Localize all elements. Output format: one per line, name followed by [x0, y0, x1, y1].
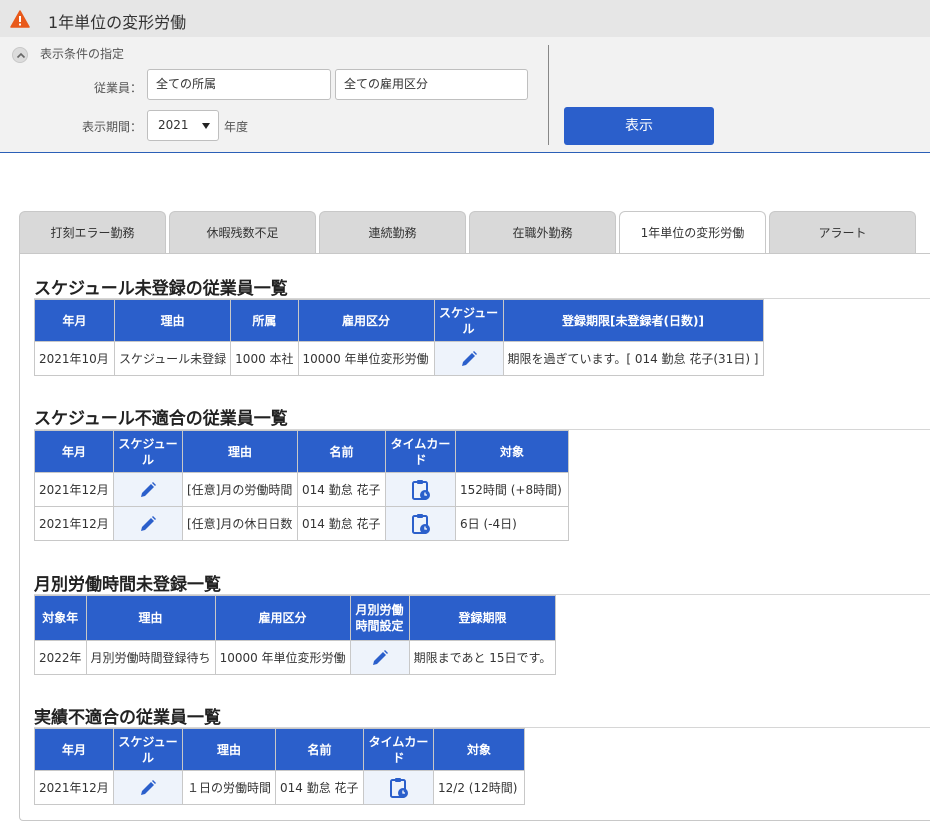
- pencil-icon: [141, 779, 156, 795]
- tab-leave-shortage[interactable]: 休暇残数不足: [169, 211, 316, 253]
- pencil-icon: [141, 515, 156, 531]
- caret-down-icon: [202, 123, 210, 129]
- timecard-button[interactable]: [385, 506, 456, 541]
- cell-target: 6日 (-4日): [455, 506, 569, 541]
- condition-title: 表示条件の指定: [40, 47, 125, 61]
- divider: [548, 45, 549, 145]
- cell-month: 2021年12月: [34, 506, 114, 541]
- col-header: 対象: [455, 430, 569, 473]
- table-monthly-hours: 対象年 理由 雇用区分 月別労働 時間設定 登録期限 2022年 月別労働時間登…: [34, 595, 557, 675]
- col-header: 雇用区分: [297, 299, 435, 342]
- col-header: 登録期限: [408, 595, 557, 641]
- cell-reason: １日の労働時間: [181, 770, 277, 805]
- pencil-icon: [141, 481, 156, 497]
- col-header: 名前: [275, 728, 365, 771]
- cell-month: 2021年10月: [34, 341, 115, 376]
- table-schedule-unregistered: 年月 理由 所属 雇用区分 スケジュール 登録期限[未登録者(日数)] 2021…: [34, 299, 764, 376]
- employee-label: 従業員：: [93, 81, 142, 95]
- tab-alert[interactable]: アラート: [769, 211, 916, 253]
- cell-year: 2022年: [34, 640, 87, 675]
- timecard-icon: [411, 513, 430, 534]
- cell-reason: 月別労働時間登録待ち: [85, 640, 216, 675]
- section-title-schedule-unregistered: スケジュール未登録の従業員一覧: [34, 279, 288, 299]
- table-actual-mismatch: 年月 スケジュール 理由 名前 タイムカード 対象 2021年12月 １日の労働…: [34, 728, 526, 805]
- chevron-up-icon[interactable]: [12, 47, 28, 63]
- col-header: 理由: [181, 728, 277, 771]
- year-select[interactable]: 2021: [147, 110, 219, 141]
- section-title-monthly-hours: 月別労働時間未登録一覧: [34, 575, 221, 595]
- col-header: 年月: [34, 728, 114, 771]
- pencil-icon: [372, 649, 388, 665]
- title-bar: 1年単位の変形労働: [0, 0, 930, 37]
- col-header-line: 月別労働: [355, 603, 404, 617]
- department-field[interactable]: 全ての所属: [147, 69, 331, 100]
- col-header: 理由: [85, 595, 216, 641]
- col-header: 登録期限[未登録者(日数)]: [502, 299, 764, 342]
- section-title-schedule-mismatch: スケジュール不適合の従業員一覧: [34, 409, 288, 429]
- col-header: タイムカード: [385, 430, 456, 473]
- col-header: 年月: [34, 299, 115, 342]
- section-title-actual-mismatch: 実績不適合の従業員一覧: [34, 708, 221, 728]
- col-header: 名前: [297, 430, 386, 473]
- col-header-line: 時間設定: [355, 619, 404, 633]
- table-schedule-mismatch: 年月 スケジュール 理由 名前 タイムカード 対象 2021年12月 [任意]月…: [34, 430, 569, 541]
- timecard-button[interactable]: [363, 770, 435, 805]
- tab-punch-error[interactable]: 打刻エラー勤務: [19, 211, 166, 253]
- cell-deadline: 期限まであと 15日です。: [408, 640, 557, 675]
- cell-name: 014 勤怠 花子: [297, 472, 386, 507]
- cell-type: 10000 年単位変形労働: [297, 341, 435, 376]
- col-header: スケジュール: [113, 430, 183, 473]
- timecard-button[interactable]: [385, 472, 456, 507]
- col-header: 所属: [230, 299, 299, 342]
- cell-month: 2021年12月: [34, 770, 114, 805]
- col-header: 年月: [34, 430, 114, 473]
- table-row: 2021年12月 １日の労働時間 014 勤怠 花子 12/2 (12時間): [34, 770, 526, 805]
- timecard-icon: [389, 777, 408, 798]
- tab-out-of-employment[interactable]: 在職外勤務: [469, 211, 616, 253]
- table-row: 2021年10月 スケジュール未登録 1000 本社 10000 年単位変形労働…: [34, 341, 764, 376]
- show-button[interactable]: 表示: [564, 107, 714, 145]
- col-header: 雇用区分: [214, 595, 351, 641]
- col-header: スケジュール: [113, 728, 183, 771]
- timecard-icon: [411, 479, 430, 500]
- cell-name: 014 勤怠 花子: [297, 506, 386, 541]
- cell-month: 2021年12月: [34, 472, 114, 507]
- table-row: 2022年 月別労働時間登録待ち 10000 年単位変形労働 期限まであと 15…: [34, 640, 557, 675]
- col-header: 対象: [433, 728, 526, 771]
- cell-target: 152時間 (+8時間): [455, 472, 569, 507]
- cell-deadline: 期限を過ぎています。[ 014 勤怠 花子(31日) ]: [502, 341, 764, 376]
- pencil-icon: [461, 350, 477, 366]
- schedule-edit-button[interactable]: [113, 506, 183, 541]
- cell-target: 12/2 (12時間): [433, 770, 526, 805]
- col-header: 理由: [182, 430, 298, 473]
- col-header: 理由: [113, 299, 232, 342]
- col-header-monthly-hours-setting: 月別労働 時間設定: [349, 595, 410, 641]
- schedule-edit-button[interactable]: [433, 341, 504, 376]
- schedule-edit-button[interactable]: [113, 770, 183, 805]
- warning-icon: [10, 10, 30, 28]
- cell-reason: [任意]月の休日日数: [182, 506, 298, 541]
- cell-type: 10000 年単位変形労働: [214, 640, 351, 675]
- condition-panel: 表示条件の指定 従業員： 全ての所属 全ての雇用区分 表示期間： 2021 年度…: [0, 37, 930, 153]
- cell-dept: 1000 本社: [230, 341, 299, 376]
- tab-consecutive-work[interactable]: 連続勤務: [319, 211, 466, 253]
- cell-reason: スケジュール未登録: [113, 341, 232, 376]
- year-unit: 年度: [224, 120, 249, 134]
- col-header: タイムカード: [363, 728, 435, 771]
- col-header: 対象年: [34, 595, 87, 641]
- year-select-value: 2021: [158, 118, 189, 132]
- cell-reason: [任意]月の労働時間: [182, 472, 298, 507]
- table-row: 2021年12月 [任意]月の休日日数 014 勤怠 花子 6日 (-4日): [34, 506, 569, 541]
- employment-type-field[interactable]: 全ての雇用区分: [335, 69, 528, 100]
- tab-yearly-variable-work[interactable]: 1年単位の変形労働: [619, 211, 766, 254]
- table-row: 2021年12月 [任意]月の労働時間 014 勤怠 花子 152時間 (+8時…: [34, 472, 569, 507]
- monthly-hours-edit-button[interactable]: [349, 640, 410, 675]
- page-title: 1年単位の変形労働: [48, 13, 187, 32]
- schedule-edit-button[interactable]: [113, 472, 183, 507]
- cell-name: 014 勤怠 花子: [275, 770, 365, 805]
- col-header: スケジュール: [433, 299, 504, 342]
- period-label: 表示期間：: [81, 120, 142, 134]
